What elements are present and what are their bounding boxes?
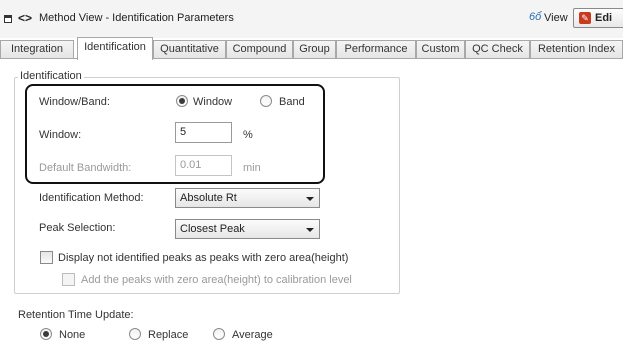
tab-qc-check[interactable]: QC Check	[465, 40, 530, 59]
glasses-icon[interactable]: 6ổ	[529, 11, 541, 23]
window-title: Method View - Identification Parameters	[39, 12, 234, 24]
edit-icon: ✎	[579, 12, 591, 24]
tab-group[interactable]: Group	[293, 40, 336, 59]
chevron-down-icon	[306, 228, 314, 232]
identification-method-select[interactable]: Absolute Rt	[175, 188, 320, 208]
identification-method-label: Identification Method:	[39, 192, 144, 204]
tab-compound[interactable]: Compound	[226, 40, 293, 59]
peak-selection-select[interactable]: Closest Peak	[175, 219, 320, 239]
tab-integration[interactable]: Integration	[0, 40, 74, 59]
display-not-identified-label[interactable]: Display not identified peaks as peaks wi…	[58, 252, 348, 264]
chevron-down-icon	[306, 197, 314, 201]
band-radio-label[interactable]: Band	[279, 96, 305, 108]
identification-method-value: Absolute Rt	[180, 192, 237, 204]
retention-none-label[interactable]: None	[59, 329, 85, 341]
edit-button[interactable]: ✎ Edi	[573, 8, 623, 28]
code-brackets-icon[interactable]: <>	[18, 11, 32, 25]
window-input[interactable]: 5	[175, 122, 232, 143]
retention-time-update-label: Retention Time Update:	[18, 309, 134, 321]
view-button[interactable]: View	[544, 12, 568, 24]
default-bandwidth-label: Default Bandwidth:	[39, 162, 132, 174]
peak-selection-label: Peak Selection:	[39, 222, 116, 234]
retention-replace-radio[interactable]	[129, 328, 141, 340]
window-label: Window:	[39, 129, 82, 141]
window-radio-label[interactable]: Window	[193, 96, 232, 108]
peak-selection-value: Closest Peak	[180, 223, 245, 235]
tab-retention-index[interactable]: Retention Index	[530, 40, 623, 59]
window-unit: %	[243, 129, 253, 141]
band-radio[interactable]	[260, 95, 272, 107]
retention-average-label[interactable]: Average	[232, 329, 273, 341]
default-bandwidth-unit: min	[243, 162, 261, 174]
retention-average-radio[interactable]	[213, 328, 225, 340]
tab-quantitative[interactable]: Quantitative	[153, 40, 226, 59]
window-radio[interactable]	[176, 95, 188, 107]
tab-performance[interactable]: Performance	[336, 40, 416, 59]
add-peaks-checkbox[interactable]	[62, 273, 75, 286]
tab-custom[interactable]: Custom	[416, 40, 465, 59]
display-not-identified-checkbox[interactable]	[40, 251, 53, 264]
title-bar: <> Method View - Identification Paramete…	[0, 0, 623, 38]
edit-button-label: Edi	[595, 12, 613, 24]
tab-strip: Integration Identification Quantitative …	[0, 37, 623, 60]
default-bandwidth-input[interactable]: 0.01	[175, 155, 232, 176]
retention-none-radio[interactable]	[40, 328, 52, 340]
window-band-label: Window/Band:	[39, 96, 110, 108]
window-icon[interactable]	[4, 15, 12, 23]
retention-replace-label[interactable]: Replace	[148, 329, 188, 341]
identification-group-label: Identification	[18, 70, 84, 82]
add-peaks-label[interactable]: Add the peaks with zero area(height) to …	[81, 274, 352, 286]
tab-identification[interactable]: Identification	[77, 37, 153, 60]
